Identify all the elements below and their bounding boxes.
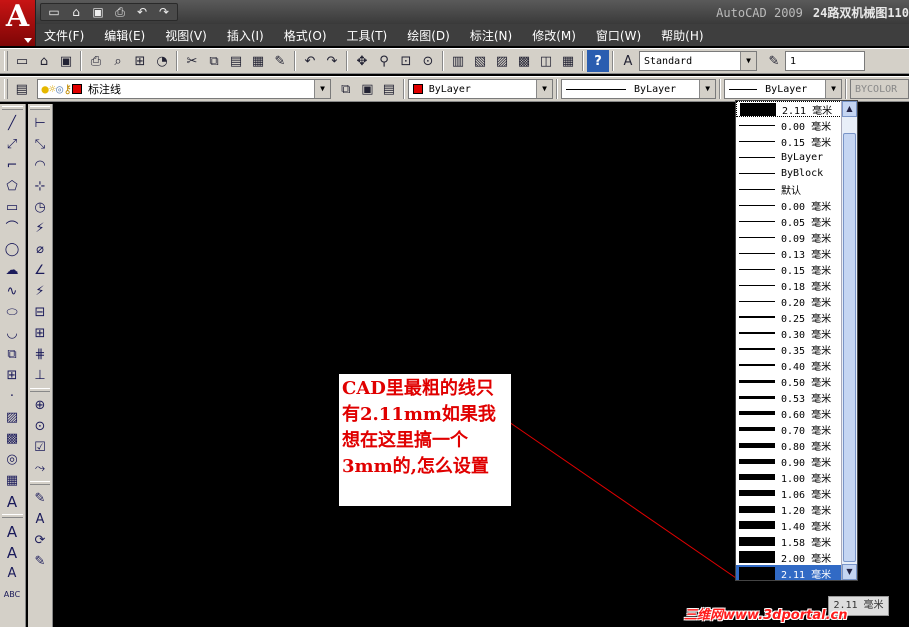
lineweight-option[interactable]: 0.53 毫米	[736, 389, 842, 405]
lineweight-option-label: 0.00 毫米	[781, 201, 832, 213]
lineweight-option[interactable]: 1.40 毫米	[736, 517, 842, 533]
lineweight-sample	[739, 156, 775, 158]
lineweight-option-label: 1.20 毫米	[781, 505, 832, 517]
lineweight-sample	[739, 300, 775, 302]
lineweight-option[interactable]: 0.13 毫米	[736, 245, 842, 261]
lineweight-sample	[739, 140, 775, 142]
lineweight-sample	[739, 348, 775, 350]
lineweight-option[interactable]: 0.80 毫米	[736, 437, 842, 453]
lineweight-option-label: 0.15 毫米	[781, 137, 832, 149]
lineweight-option[interactable]: 0.50 毫米	[736, 373, 842, 389]
lineweight-sample	[739, 204, 775, 206]
lineweight-option[interactable]: 0.35 毫米	[736, 341, 842, 357]
lineweight-option-label: 1.58 毫米	[781, 537, 832, 549]
lineweight-sample	[739, 188, 775, 190]
lineweight-sample	[739, 236, 775, 238]
lineweight-option-label: 0.13 毫米	[781, 249, 832, 261]
lineweight-option[interactable]: 2.11 毫米	[736, 101, 842, 117]
scroll-up-icon[interactable]: ▲	[842, 101, 857, 117]
lineweight-option[interactable]: 1.06 毫米	[736, 485, 842, 501]
lineweight-sample	[739, 551, 775, 563]
lineweight-sample	[739, 536, 775, 546]
lineweight-sample	[739, 566, 775, 580]
lineweight-option-label: 1.00 毫米	[781, 473, 832, 485]
lineweight-sample	[739, 474, 775, 480]
lineweight-sample	[739, 427, 775, 431]
lineweight-option-label: 2.11 毫米	[781, 569, 832, 581]
lineweight-option-label: 0.35 毫米	[781, 345, 832, 357]
lineweight-sample	[739, 521, 775, 529]
lineweight-sample	[739, 411, 775, 415]
lineweight-option-label: 0.00 毫米	[781, 121, 832, 133]
lineweight-sample	[739, 442, 775, 448]
lineweight-sample	[739, 252, 775, 254]
lineweight-option-label: 默认	[781, 185, 801, 197]
vertical-scrollbar[interactable]: ▲ ▼	[841, 101, 857, 580]
lineweight-option-label: 0.15 毫米	[781, 265, 832, 277]
scroll-down-icon[interactable]: ▼	[842, 564, 857, 580]
lineweight-option-label: 0.40 毫米	[781, 361, 832, 373]
lineweight-sample	[739, 458, 775, 464]
lineweight-option[interactable]: 0.25 毫米	[736, 309, 842, 325]
lineweight-option-label: 0.70 毫米	[781, 425, 832, 437]
lineweight-dropdown-list[interactable]: 2.11 毫米 0.00 毫米 0.15 毫米 ByLayer ByBlock 默认 0.0…	[735, 100, 858, 581]
lineweight-option[interactable]: 0.90 毫米	[736, 453, 842, 469]
lineweight-option[interactable]: 0.60 毫米	[736, 405, 842, 421]
lineweight-option[interactable]: 0.70 毫米	[736, 421, 842, 437]
lineweight-option-label: 0.05 毫米	[781, 217, 832, 229]
lineweight-option-label: 0.30 毫米	[781, 329, 832, 341]
lineweight-sample	[739, 220, 775, 222]
lineweight-option[interactable]: 2.00 毫米	[736, 549, 842, 565]
lineweight-sample	[739, 172, 775, 174]
lineweight-sample	[739, 395, 775, 399]
lineweight-sample	[739, 124, 775, 126]
lineweight-option-label: 2.11 毫米	[782, 105, 833, 117]
lineweight-option-label: 0.20 毫米	[781, 297, 832, 309]
lineweight-option-label: 0.80 毫米	[781, 441, 832, 453]
lineweight-option[interactable]: 0.09 毫米	[736, 229, 842, 245]
lineweight-sample	[740, 102, 776, 116]
lineweight-option-label: 0.90 毫米	[781, 457, 832, 469]
lineweight-option[interactable]: 0.15 毫米	[736, 133, 842, 149]
lineweight-option[interactable]: 0.40 毫米	[736, 357, 842, 373]
lineweight-sample	[739, 505, 775, 513]
lineweight-option-label: 0.50 毫米	[781, 377, 832, 389]
lineweight-option-label: 0.60 毫米	[781, 409, 832, 421]
lineweight-option-label: 0.53 毫米	[781, 393, 832, 405]
lineweight-sample	[739, 268, 775, 270]
lineweight-option[interactable]: ByBlock	[736, 165, 842, 181]
lineweight-sample	[739, 364, 775, 366]
scroll-thumb[interactable]	[843, 133, 856, 562]
lineweight-option[interactable]: 0.30 毫米	[736, 325, 842, 341]
lineweight-option-label: 0.25 毫米	[781, 313, 832, 325]
lineweight-sample	[739, 332, 775, 334]
lineweight-option[interactable]: 0.18 毫米	[736, 277, 842, 293]
lineweight-option[interactable]: 2.11 毫米	[736, 565, 842, 580]
lineweight-option-label: 0.09 毫米	[781, 233, 832, 245]
lineweight-sample	[739, 379, 775, 383]
lineweight-option-label: ByLayer	[781, 151, 824, 163]
lineweight-option[interactable]: ByLayer	[736, 149, 842, 165]
lineweight-option[interactable]: 1.58 毫米	[736, 533, 842, 549]
lineweight-option-label: 2.00 毫米	[781, 553, 832, 565]
lineweight-option[interactable]: 0.05 毫米	[736, 213, 842, 229]
lineweight-options: 2.11 毫米 0.00 毫米 0.15 毫米 ByLayer ByBlock 默认 0.0…	[736, 101, 842, 580]
lineweight-option-label: ByBlock	[781, 167, 824, 179]
lineweight-option[interactable]: 0.00 毫米	[736, 197, 842, 213]
lineweight-sample	[739, 316, 775, 318]
annotation-note: CAD里最粗的线只有2.11mm如果我想在这里搞一个3mm的,怎么设置	[339, 374, 511, 506]
watermark: 三维网www.3dportal.cn	[684, 608, 848, 623]
lineweight-option[interactable]: 默认	[736, 181, 842, 197]
lineweight-option[interactable]: 0.00 毫米	[736, 117, 842, 133]
lineweight-option-label: 1.40 毫米	[781, 521, 832, 533]
lineweight-sample	[739, 284, 775, 286]
lineweight-option[interactable]: 0.20 毫米	[736, 293, 842, 309]
lineweight-sample	[739, 490, 775, 496]
lineweight-option-label: 0.18 毫米	[781, 281, 832, 293]
lineweight-option[interactable]: 0.15 毫米	[736, 261, 842, 277]
lineweight-option[interactable]: 1.00 毫米	[736, 469, 842, 485]
lineweight-option[interactable]: 1.20 毫米	[736, 501, 842, 517]
lineweight-option-label: 1.06 毫米	[781, 489, 832, 501]
